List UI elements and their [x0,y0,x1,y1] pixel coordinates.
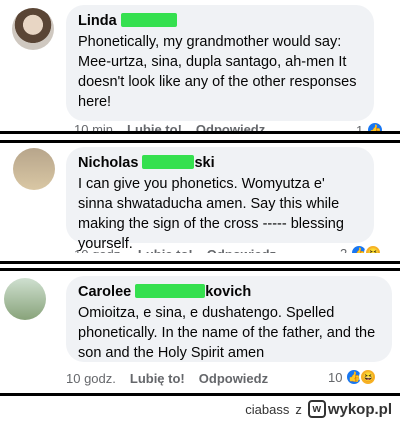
watermark-credit: ciabass z w wykop.pl [245,400,392,418]
comment-author[interactable]: Linda [78,12,362,30]
author-name[interactable]: Carolee [78,284,131,300]
reaction-summary[interactable]: 10 👍 😆 [328,368,378,386]
comment-actions: 10 godz. Lubię to! Odpowiedz [66,371,282,386]
site-name: wykop.pl [327,400,392,418]
author-name-suffix[interactable]: ski [194,155,214,171]
censor-bar [120,13,177,27]
censor-bar [142,155,195,169]
avatar[interactable] [12,8,54,50]
comment-bubble: Nicholas ski I can give you phonetics. W… [66,147,374,252]
crop-divider [0,268,400,271]
reaction-count: 10 [328,369,343,385]
author-name[interactable]: Linda [78,13,117,29]
comment-card: Linda Phonetically, my grandmother would… [0,0,400,134]
comment-text: Phonetically, my grandmother would say: … [78,34,357,110]
comment-card: Carolee kovich Omioitza, e sina, e dusha… [0,268,400,396]
crop-divider [0,131,400,134]
author-name[interactable]: Nicholas [78,155,138,171]
credit-conjunction: z [295,401,302,417]
comment-text: Omioitza, e sina, e dushatengo. Spelled … [78,305,376,361]
haha-icon: 😆 [359,368,378,386]
comment-author[interactable]: Nicholas ski [78,154,362,172]
reply-link[interactable]: Odpowiedz [199,371,268,386]
author-name-suffix[interactable]: kovich [205,284,251,300]
comment-actions: 10 godz. Lubię to! Odpowiedz [74,247,290,253]
crop-divider [0,261,400,264]
wykop-logo-icon: w [307,400,326,418]
like-link[interactable]: Lubię to! [138,247,193,253]
comment-bubble: Carolee kovich Omioitza, e sina, e dusha… [66,276,392,362]
comment-author[interactable]: Carolee kovich [78,283,380,301]
avatar[interactable] [4,278,46,320]
comment-text: I can give you phonetics. Womyutza e' si… [78,176,344,252]
crop-divider [0,140,400,143]
comment-time[interactable]: 10 godz. [74,247,124,253]
uploader-name: ciabass [245,401,290,417]
comment-bubble: Linda Phonetically, my grandmother would… [66,5,374,121]
reply-link[interactable]: Odpowiedz [207,247,276,253]
like-link[interactable]: Lubię to! [130,371,185,386]
comment-card: Nicholas ski I can give you phonetics. W… [0,140,400,264]
avatar[interactable] [13,148,55,190]
haha-icon: 😆 [364,244,383,253]
comment-time[interactable]: 10 godz. [66,371,116,386]
censor-bar [135,284,206,298]
watermark-footer: ciabass z w wykop.pl [0,396,400,422]
